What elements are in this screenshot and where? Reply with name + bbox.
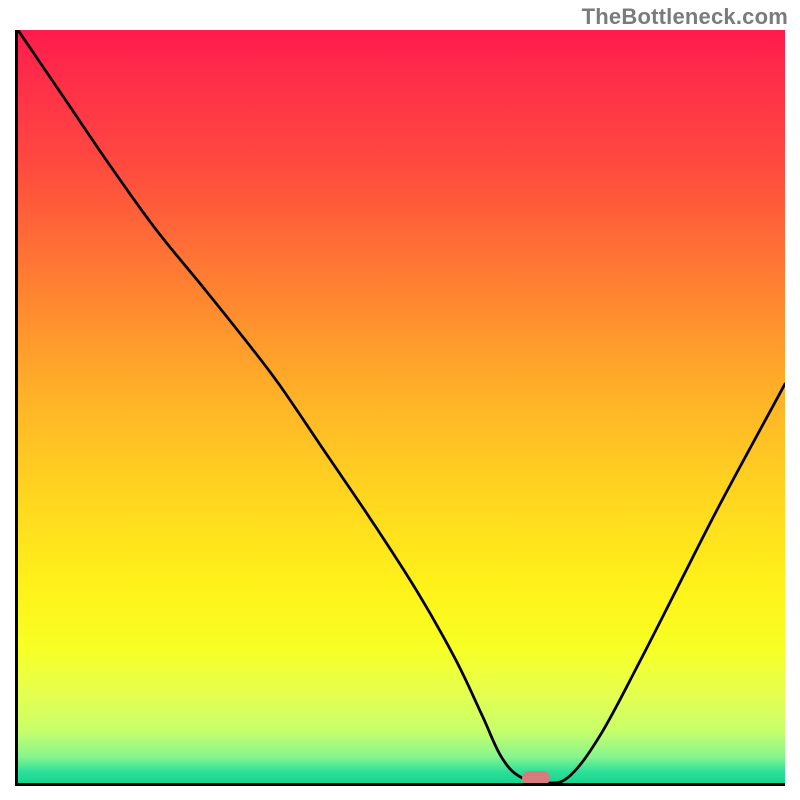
attribution-label: TheBottleneck.com: [582, 4, 788, 30]
chart-container: TheBottleneck.com: [0, 0, 800, 800]
optimal-marker: [522, 771, 550, 785]
plot-area: [15, 30, 785, 786]
curve-layer: [18, 30, 785, 783]
bottleneck-curve: [18, 30, 785, 783]
